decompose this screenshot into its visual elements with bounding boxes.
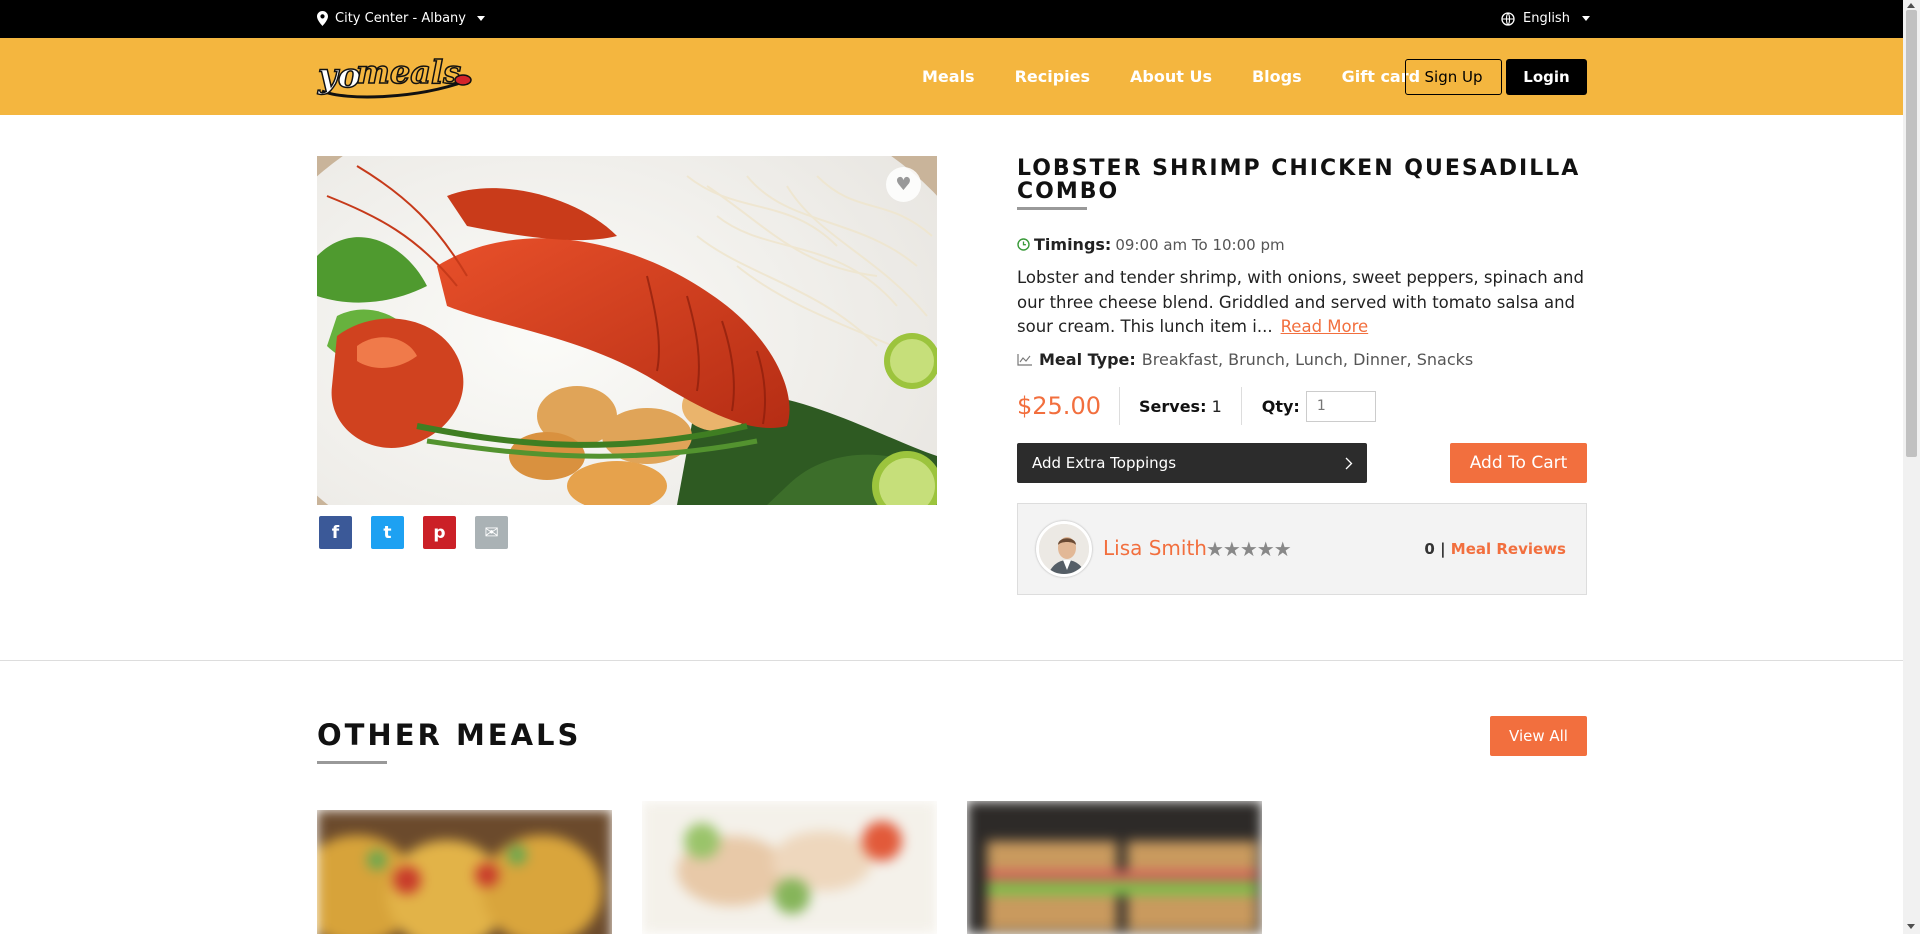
email-share-icon[interactable]: ✉ xyxy=(475,516,508,549)
share-buttons: f t p ✉ xyxy=(319,516,508,549)
add-to-cart-button[interactable]: Add To Cart xyxy=(1450,443,1587,483)
add-extra-toppings-button[interactable]: Add Extra Toppings xyxy=(1017,443,1367,483)
meal-type-value: Breakfast, Brunch, Lunch, Dinner, Snacks xyxy=(1141,350,1474,369)
timings-label: Timings: xyxy=(1034,235,1112,254)
price-row: $25.00 Serves: 1 Qty: xyxy=(1017,386,1376,426)
review-separator: | xyxy=(1440,540,1446,558)
read-more-link[interactable]: Read More xyxy=(1281,317,1369,336)
svg-text:meals: meals xyxy=(356,53,461,91)
svg-text:yo: yo xyxy=(317,56,360,96)
product-image xyxy=(317,156,937,505)
chef-name[interactable]: Lisa Smith xyxy=(1103,536,1207,560)
clock-icon xyxy=(1017,238,1030,251)
product-description: Lobster and tender shrimp, with onions, … xyxy=(1017,266,1587,340)
title-underline xyxy=(1017,207,1087,210)
toppings-label: Add Extra Toppings xyxy=(1032,454,1177,472)
map-pin-icon xyxy=(317,11,328,26)
nav-meals[interactable]: Meals xyxy=(922,67,975,86)
shrimp-salad-image xyxy=(642,801,937,934)
meal-type-row: Meal Type: Breakfast, Brunch, Lunch, Din… xyxy=(1017,350,1473,369)
tacos-image xyxy=(317,810,612,934)
avatar[interactable] xyxy=(1036,521,1092,577)
timings-value: 09:00 am To 10:00 pm xyxy=(1115,235,1285,254)
nav-blogs[interactable]: Blogs xyxy=(1252,67,1302,86)
meal-card[interactable] xyxy=(317,810,612,934)
language-label: English xyxy=(1523,11,1570,26)
serves-label: Serves: xyxy=(1139,396,1207,416)
meal-type-icon xyxy=(1017,354,1032,366)
reviews-summary: 0 | Meal Reviews xyxy=(1424,540,1566,558)
main-nav: Meals Recipies About Us Blogs Gift card xyxy=(922,38,1460,115)
pinterest-share-icon[interactable]: p xyxy=(423,516,456,549)
nav-about-us[interactable]: About Us xyxy=(1130,67,1212,86)
qty-label: Qty: xyxy=(1261,396,1300,416)
section-divider xyxy=(0,660,1903,661)
meal-type-label: Meal Type: xyxy=(1039,350,1136,369)
view-all-button[interactable]: View All xyxy=(1490,716,1587,756)
timings-row: Timings: 09:00 am To 10:00 pm xyxy=(1017,235,1285,254)
chevron-right-icon xyxy=(1345,457,1353,469)
scroll-up-icon[interactable] xyxy=(1907,3,1915,8)
chevron-down-icon xyxy=(1581,16,1590,21)
review-count: 0 xyxy=(1424,540,1435,558)
product-price: $25.00 xyxy=(1017,392,1101,420)
scrollbar-thumb[interactable] xyxy=(1906,10,1917,457)
signup-button[interactable]: Sign Up xyxy=(1405,59,1502,95)
quantity-input[interactable] xyxy=(1305,390,1376,422)
location-label: City Center - Albany xyxy=(335,11,466,26)
heading-underline xyxy=(317,761,387,764)
rating-stars: ★★★★★ xyxy=(1206,537,1292,561)
meal-card[interactable] xyxy=(642,801,937,934)
product-title: LOBSTER SHRIMP CHICKEN QUESADILLA COMBO xyxy=(1017,156,1581,204)
sandwich-image xyxy=(967,801,1262,934)
page: City Center - Albany English yo meals Me… xyxy=(0,0,1920,934)
meal-reviews-link[interactable]: Meal Reviews xyxy=(1451,540,1566,558)
chef-card: Lisa Smith ★★★★★ 0 | Meal Reviews xyxy=(1017,503,1587,595)
chevron-down-icon xyxy=(476,16,485,21)
facebook-share-icon[interactable]: f xyxy=(319,516,352,549)
yomeals-logo[interactable]: yo meals xyxy=(316,51,472,103)
top-bar: City Center - Albany English xyxy=(0,0,1903,38)
nav-recipies[interactable]: Recipies xyxy=(1015,67,1090,86)
quantity-group: Qty: xyxy=(1242,390,1376,422)
serves-value: 1 xyxy=(1211,396,1222,416)
lobster-plate-illustration xyxy=(317,156,937,505)
serves-info: Serves: 1 xyxy=(1120,397,1241,416)
language-selector[interactable]: English xyxy=(1501,11,1590,26)
meal-card[interactable] xyxy=(967,801,1262,934)
main-header: yo meals Meals Recipies About Us Blogs G… xyxy=(0,38,1903,115)
other-meals-heading: OTHER MEALS xyxy=(317,718,582,752)
heart-icon[interactable]: ♥ xyxy=(886,167,921,202)
globe-icon xyxy=(1501,11,1515,26)
twitter-share-icon[interactable]: t xyxy=(371,516,404,549)
scroll-down-icon[interactable] xyxy=(1907,924,1915,929)
chef-avatar-illustration xyxy=(1039,524,1089,574)
login-button[interactable]: Login xyxy=(1506,59,1587,95)
location-selector[interactable]: City Center - Albany xyxy=(317,11,485,26)
